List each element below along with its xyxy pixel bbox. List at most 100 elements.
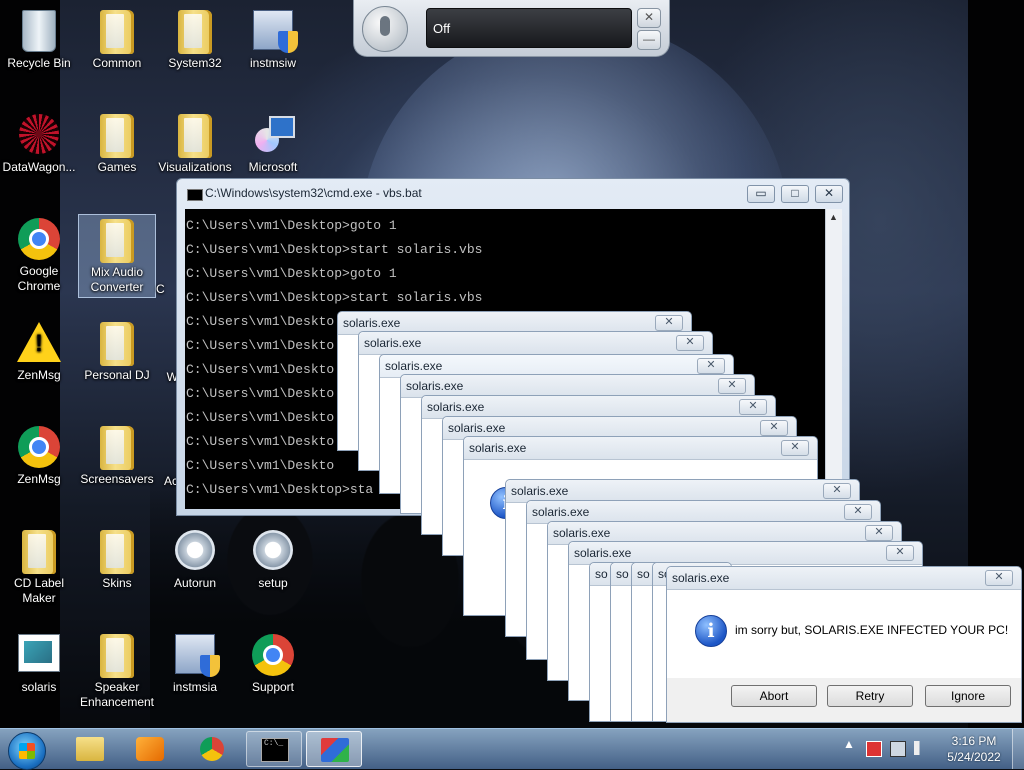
- popup-close-button[interactable]: ✕: [697, 358, 725, 374]
- desktop-icon-system32[interactable]: System32: [156, 6, 234, 90]
- desktop-icon-instmsiw[interactable]: instmsiw: [234, 6, 312, 90]
- taskbar-explorer[interactable]: [62, 731, 118, 767]
- scroll-up-icon[interactable]: ▲: [829, 211, 839, 223]
- microphone-icon[interactable]: [362, 6, 408, 52]
- popup-close-button[interactable]: ✕: [655, 315, 683, 331]
- desktop-icon-label: Ac: [163, 474, 178, 488]
- chrome-icon: [18, 426, 60, 468]
- dialog-title: solaris.exe: [672, 571, 730, 585]
- desktop-icon-label: CD Label Maker: [13, 576, 65, 605]
- popup-title: solaris.exe: [364, 336, 422, 350]
- desktop-icon-setup[interactable]: setup: [234, 526, 312, 610]
- speech-status-display: Off: [426, 8, 632, 48]
- explorer-icon: [76, 737, 104, 761]
- desktop-icon-instmsia[interactable]: instmsia: [156, 630, 234, 714]
- desktop-icon-label: ZenMsg: [17, 368, 61, 382]
- popup-close-button[interactable]: ✕: [823, 483, 851, 499]
- desktop-icon-skins[interactable]: Skins: [78, 526, 156, 610]
- desktop-icon-personal-dj[interactable]: Personal DJ: [78, 318, 156, 402]
- ignore-button[interactable]: Ignore: [925, 685, 1011, 707]
- taskbar-media-player[interactable]: [122, 731, 178, 767]
- console-line: C:\Users\vm1\Deskto: [186, 314, 335, 329]
- retry-button[interactable]: Retry: [827, 685, 913, 707]
- taskbar-cmd[interactable]: C:\_: [246, 731, 302, 767]
- desktop-icon-partial-ac[interactable]: Ac: [156, 422, 178, 506]
- popup-title: solaris.exe: [532, 505, 590, 519]
- volume-icon[interactable]: [914, 741, 928, 755]
- info-icon: i: [695, 615, 727, 647]
- desktop-icon-zenmsg-chrome[interactable]: ZenMsg: [0, 422, 78, 506]
- start-button[interactable]: [8, 732, 46, 770]
- cmd-minimize-button[interactable]: ▭: [747, 185, 775, 203]
- popup-close-button[interactable]: ✕: [676, 335, 704, 351]
- desktop-icon-zenmsg-warning[interactable]: ! ZenMsg: [0, 318, 78, 402]
- console-line: C:\Users\vm1\Deskto: [186, 458, 335, 473]
- desktop-icon-partial-c[interactable]: C: [156, 214, 178, 298]
- popup-title: solaris.exe: [448, 421, 506, 435]
- chrome-icon: [18, 218, 60, 260]
- desktop-icon-common[interactable]: Common: [78, 6, 156, 90]
- desktop-icon-label: Mix Audio Converter: [90, 265, 144, 294]
- network-icon[interactable]: [890, 741, 906, 757]
- popup-close-button[interactable]: ✕: [739, 399, 767, 415]
- desktop-icon-speaker-enhancement[interactable]: Speaker Enhancement: [78, 630, 156, 714]
- speech-close-button[interactable]: ✕: [637, 8, 661, 28]
- show-desktop-button[interactable]: [1012, 729, 1024, 769]
- popup-close-button[interactable]: ✕: [844, 504, 872, 520]
- cmd-scrollbar[interactable]: ▲: [825, 209, 842, 509]
- cmd-window-title: C:\Windows\system32\cmd.exe - vbs.bat: [205, 186, 422, 200]
- desktop-icon-games[interactable]: Games: [78, 110, 156, 194]
- popup-close-button[interactable]: ✕: [760, 420, 788, 436]
- desktop-icon-datawagon[interactable]: DataWagon...: [0, 110, 78, 194]
- desktop-icon-google-chrome[interactable]: Google Chrome: [0, 214, 78, 298]
- desktop-icon-recycle-bin[interactable]: Recycle Bin: [0, 6, 78, 90]
- desktop-icon-label: Screensavers: [80, 472, 154, 486]
- popup-title: solaris.exe: [511, 484, 569, 498]
- popup-close-button[interactable]: ✕: [781, 440, 809, 456]
- popup-close-button[interactable]: ✕: [886, 545, 914, 561]
- desktop-icon-label: C: [156, 282, 165, 296]
- solaris-infection-dialog[interactable]: solaris.exe ✕ i im sorry but, SOLARIS.EX…: [666, 566, 1022, 723]
- desktop-icon-label: Autorun: [173, 576, 217, 590]
- dialog-message: im sorry but, SOLARIS.EXE INFECTED YOUR …: [735, 623, 1009, 637]
- desktop-icon-label: instmsiw: [249, 56, 296, 70]
- folder-icon: [178, 114, 212, 158]
- desktop-icon-solaris[interactable]: solaris: [0, 630, 78, 714]
- clock-time: 3:16 PM: [951, 734, 997, 748]
- desktop-icon-cd-label-maker[interactable]: CD Label Maker: [0, 526, 78, 610]
- desktop-icon-label: Microsoft: [248, 160, 298, 174]
- console-line: C:\Users\vm1\Desktop>start solaris.vbs: [186, 290, 483, 305]
- taskbar-chrome[interactable]: [184, 731, 240, 767]
- console-line: C:\Users\vm1\Desktop>sta: [186, 482, 374, 497]
- desktop-icon-label: ZenMsg: [17, 472, 61, 486]
- desktop-icon-support[interactable]: Support: [234, 630, 312, 714]
- popup-title: so: [637, 567, 650, 581]
- popup-title: solaris.exe: [385, 359, 443, 373]
- speech-recognition-widget: Off ✕ —: [353, 0, 670, 57]
- cmd-window-icon: [187, 189, 203, 201]
- popup-close-button[interactable]: ✕: [865, 525, 893, 541]
- abort-button[interactable]: Abort: [731, 685, 817, 707]
- action-center-flag-icon[interactable]: [866, 741, 882, 757]
- desktop-icon-partial-w[interactable]: W: [156, 318, 178, 402]
- desktop-icon-screensavers[interactable]: Screensavers: [78, 422, 156, 506]
- desktop-icon-label: W: [166, 370, 178, 384]
- popup-title: so: [616, 567, 629, 581]
- taskbar-solaris-app[interactable]: [306, 731, 362, 767]
- cmd-close-button[interactable]: ✕: [815, 185, 843, 203]
- folder-icon: [178, 10, 212, 54]
- tray-overflow-button[interactable]: ▲: [843, 737, 855, 751]
- media-player-icon: [136, 737, 164, 761]
- popup-title: solaris.exe: [343, 316, 401, 330]
- taskbar-clock[interactable]: 3:16 PM 5/24/2022: [944, 733, 1004, 765]
- console-line: C:\Users\vm1\Deskto: [186, 338, 335, 353]
- warning-icon: !: [17, 322, 61, 362]
- desktop-icon-label: solaris: [21, 680, 57, 694]
- cmd-maximize-button[interactable]: □: [781, 185, 809, 203]
- speech-minimize-button[interactable]: —: [637, 30, 661, 50]
- popup-close-button[interactable]: ✕: [718, 378, 746, 394]
- desktop-icon-autorun[interactable]: Autorun: [156, 526, 234, 610]
- dialog-close-button[interactable]: ✕: [985, 570, 1013, 586]
- desktop-icon-mix-audio-converter[interactable]: Mix Audio Converter: [78, 214, 156, 298]
- desktop-icon-label: Visualizations: [158, 160, 232, 174]
